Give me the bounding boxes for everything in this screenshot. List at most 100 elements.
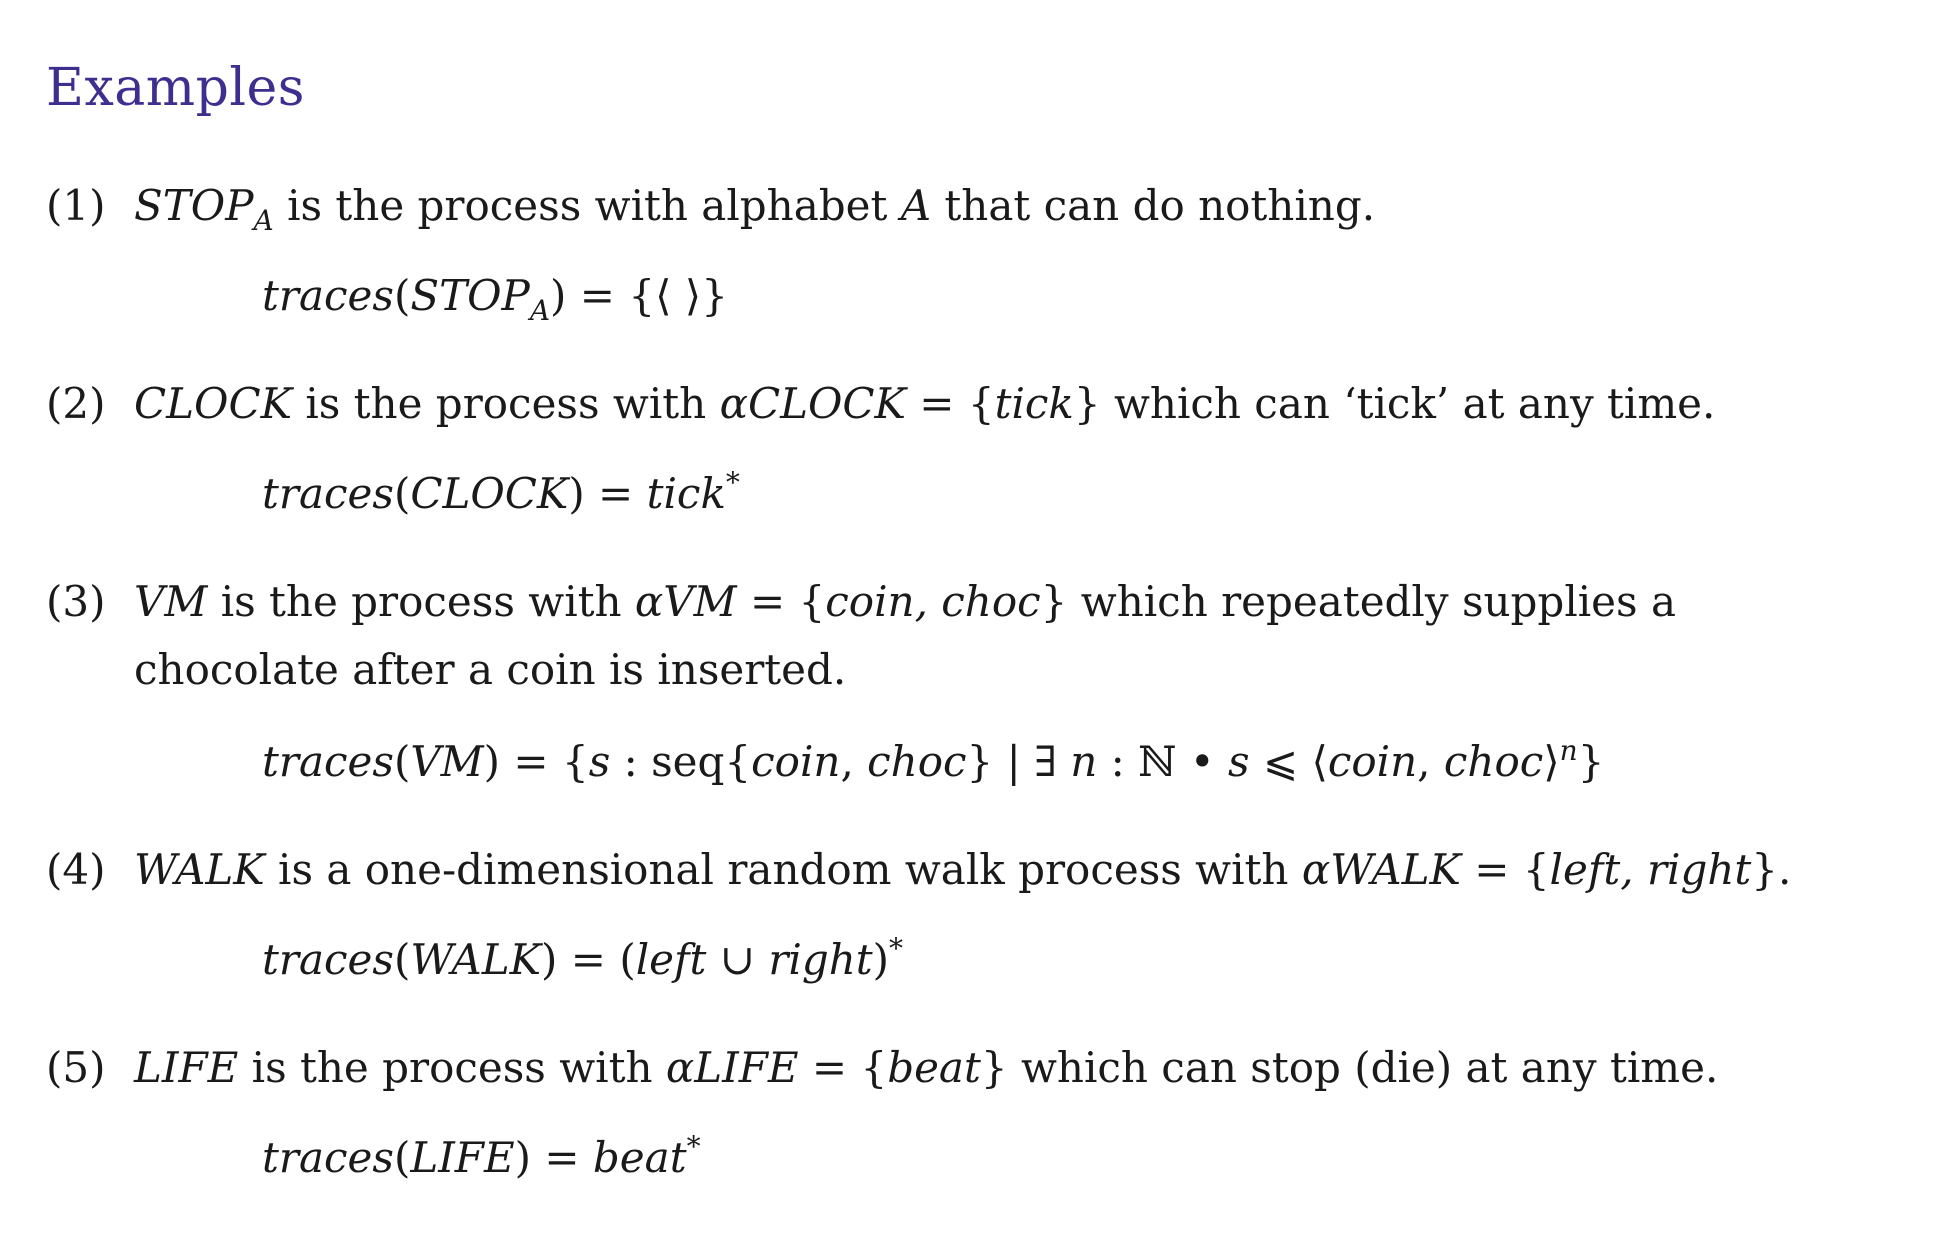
description-text: is the process with [238,1043,666,1092]
description-text: is the process with [207,577,635,626]
alpha-symbol: α [665,1043,695,1092]
var-s: s [588,737,611,786]
process-name: CLOCK [134,379,292,428]
paren: ( [619,935,636,984]
alpha-name: CLOCK [747,379,906,428]
seq-op: : seq{ [610,737,752,786]
formula-arg: STOP [410,271,530,320]
example-number: (3) [46,577,106,626]
process-name: STOP [134,181,254,230]
traces-formula-2: traces(CLOCK) = tick* [262,460,740,528]
equals: = [798,1043,861,1092]
event-left: left [635,935,707,984]
brace: } [1577,737,1605,786]
example-3-continuation: chocolate after a coin is inserted. [134,645,847,694]
example-5: (5) LIFE is the process with αLIFE = {bea… [46,1034,1718,1102]
naturals: : ℕ • [1097,737,1229,786]
alphabet-set: coin, choc [825,577,1041,626]
traces-formula-5: traces(LIFE) = beat* [262,1124,701,1192]
formula-rhs: beat [592,1133,687,1182]
description-text: which repeatedly supplies a [1067,577,1676,626]
event-choc: choc [1443,737,1544,786]
description-text: which can ‘tick’ at any time. [1100,379,1716,428]
equals: = [1460,845,1523,894]
union-op: ∪ [706,935,769,984]
description-text: is the process with [291,379,720,428]
alpha-name: VM [663,577,737,626]
such-that: } | ∃ [966,737,1071,786]
traces-formula-1: traces(STOPA) = {⟨ ⟩} [262,262,728,330]
formula-arg: WALK [410,935,542,984]
example-number: (5) [46,1043,106,1092]
prefix-op: ⩽ ⟨ [1249,737,1328,786]
equals: = [736,577,799,626]
equals: = [557,935,620,984]
alphabet-set: tick [994,379,1074,428]
description-text: is a one-dimensional random walk process… [264,845,1302,894]
formula-rhs: tick [646,469,726,518]
process-subscript: A [253,204,274,237]
paren: ) [541,935,558,984]
formula-arg: LIFE [410,1133,515,1182]
traces-fn: traces [262,737,394,786]
example-2: (2) CLOCK is the process with αCLOCK = {t… [46,370,1715,438]
equals: = [500,737,562,786]
equals: = [566,271,629,320]
event-right: right [768,935,873,984]
alpha-symbol: α [634,577,664,626]
paren: ) [483,737,501,786]
example-number: (4) [46,845,106,894]
traces-fn: traces [262,271,394,320]
slide-title: Examples [46,58,305,118]
example-number: (1) [46,181,106,230]
example-1: (1) STOPA is the process with alphabet A … [46,172,1375,240]
formula-rhs: {⟨ ⟩} [628,271,728,320]
description-text: that can do nothing. [931,181,1376,230]
exponent-n: n [1559,734,1578,767]
brace: { [1522,845,1550,894]
slide: Examples (1) STOPA is the process with al… [0,0,1950,1252]
kleene-star: * [889,932,904,965]
brace: { [967,379,995,428]
paren: ) [550,271,567,320]
alpha-symbol: α [719,379,748,428]
process-name: VM [134,577,208,626]
brace: { [561,737,589,786]
equals: = [905,379,968,428]
paren: ) [568,469,585,518]
paren: ( [393,271,411,320]
comma: , [840,737,868,786]
description-text: which can stop (die) at any time. [1007,1043,1719,1092]
process-name: LIFE [134,1043,239,1092]
paren: ( [393,469,411,518]
equals: = [584,469,647,518]
event-choc: choc [867,737,967,786]
example-number: (2) [46,379,106,428]
alpha-name: LIFE [694,1043,799,1092]
alphabet-set: left, right [1549,845,1752,894]
alphabet-set: beat [887,1043,981,1092]
example-3: (3) VM is the process with αVM = {coin, c… [46,568,1676,636]
traces-formula-3: traces(VM) = {s : seq{coin, choc} | ∃ n … [262,728,1604,796]
paren: ( [393,737,411,786]
kleene-star: * [725,466,740,499]
alpha-symbol: α [1301,845,1331,894]
traces-fn: traces [262,469,394,518]
event-coin: coin [1327,737,1418,786]
paren: ( [393,1133,411,1182]
paren: ( [393,935,411,984]
example-4: (4) WALK is a one-dimensional random walk… [46,836,1791,904]
var-n: n [1070,737,1098,786]
process-name: WALK [134,845,265,894]
brace: } [980,1043,1008,1092]
angle-close: ⟩ [1543,737,1560,786]
event-coin: coin [751,737,841,786]
traces-fn: traces [262,935,394,984]
description-text: is the process with alphabet [273,181,901,230]
brace: { [860,1043,888,1092]
brace: } [1040,577,1068,626]
brace: { [798,577,826,626]
brace: }. [1751,845,1792,894]
traces-formula-4: traces(WALK) = (left ∪ right)* [262,926,903,994]
formula-subscript: A [529,294,551,327]
